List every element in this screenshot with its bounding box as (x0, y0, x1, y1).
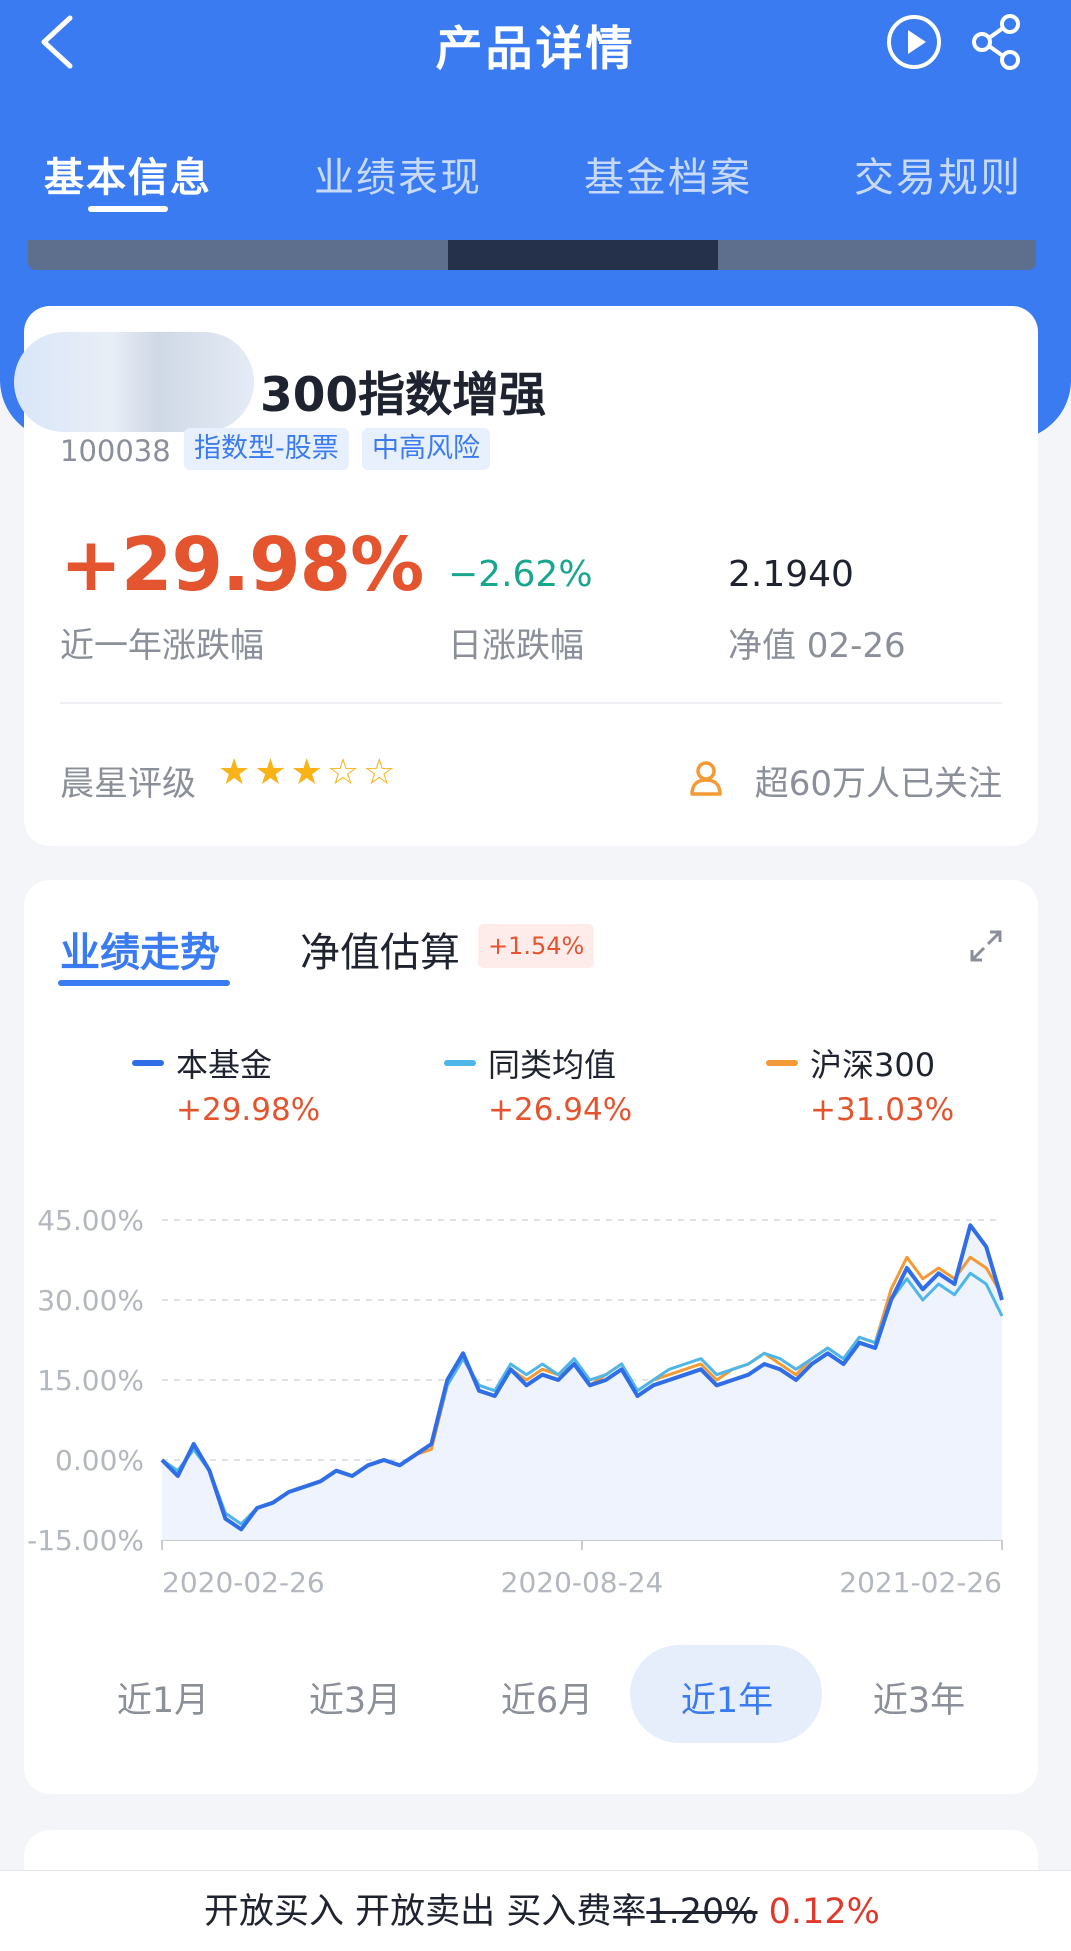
rating-label: 晨星评级 (60, 764, 196, 804)
year-change-value: +29.98% (60, 522, 424, 608)
year-change-label: 近一年涨跌幅 (60, 626, 264, 666)
star-empty-icon: ☆ (363, 752, 400, 793)
y-tick-label: 15.00% (37, 1364, 144, 1397)
legend-swatch-csi300 (766, 1060, 798, 1066)
buy-open-label: 开放买入 (204, 1892, 345, 1932)
video-thumbnail (448, 240, 718, 270)
fund-type-tag: 指数型-股票 (184, 428, 349, 470)
y-tick-label: -15.00% (27, 1524, 144, 1557)
x-tick-label: 2021-02-26 (839, 1566, 1002, 1599)
y-tick-label: 30.00% (37, 1284, 144, 1317)
tab-trading-rules[interactable]: 交易规则 (854, 145, 1022, 203)
active-chart-tab-indicator (58, 980, 230, 986)
tab-performance[interactable]: 业绩表现 (314, 145, 482, 203)
fund-name: 300指数增强 (260, 368, 547, 423)
y-tick-label: 45.00% (37, 1204, 144, 1237)
top-nav-bar: 产品详情 (0, 0, 1071, 90)
tab-nav-estimate[interactable]: 净值估算 (300, 920, 460, 978)
star-filled-icon: ★ (254, 752, 291, 793)
performance-line-chart[interactable]: 45.00% 30.00% 15.00% 0.00% -15.00% 2020-02-26… (24, 1150, 1038, 1600)
fund-code: 100038 (60, 434, 171, 468)
legend-value-csi300: +31.03% (810, 1092, 955, 1128)
period-3y[interactable]: 近3年 (824, 1672, 1014, 1723)
video-preview[interactable] (28, 240, 1036, 270)
y-tick-label: 0.00% (55, 1444, 144, 1477)
legend-label-category-avg: 同类均值 (488, 1046, 617, 1084)
star-empty-icon: ☆ (326, 752, 364, 793)
legend-label-csi300: 沪深300 (810, 1046, 936, 1084)
day-change-value: −2.62% (448, 554, 593, 595)
fee-current: 0.12% (768, 1892, 880, 1932)
nav-value: 2.1940 (728, 554, 854, 595)
day-change-label: 日涨跌幅 (448, 626, 584, 666)
play-icon (887, 15, 941, 69)
tab-fund-profile[interactable]: 基金档案 (584, 145, 752, 203)
x-tick-label: 2020-02-26 (162, 1566, 325, 1599)
rating-stars: ★★★☆☆ (218, 752, 399, 793)
play-video-button[interactable] (884, 12, 944, 72)
estimate-badge: +1.54% (478, 924, 595, 968)
tab-performance-trend[interactable]: 业绩走势 (60, 920, 220, 978)
trade-status-text: 开放买入 开放卖出 买入费率1.20% 0.12% (204, 1883, 880, 1934)
user-icon (690, 761, 722, 796)
fee-label: 买入费率 (506, 1892, 647, 1932)
legend-swatch-fund (132, 1060, 164, 1066)
fund-info-card: 300指数增强 100038 指数型-股票 中高风险 +29.98% 近一年涨跌… (14, 306, 1038, 846)
period-1m[interactable]: 近1月 (68, 1672, 258, 1723)
expand-icon[interactable] (968, 928, 1004, 964)
share-icon (972, 14, 1020, 70)
legend-value-category-avg: +26.94% (488, 1092, 633, 1128)
active-tab-indicator (88, 206, 168, 212)
risk-level-tag: 中高风险 (362, 428, 490, 470)
sell-open-label: 开放卖出 (355, 1892, 496, 1932)
bottom-trade-bar: 开放买入 开放卖出 买入费率1.20% 0.12% (0, 1870, 1071, 1951)
legend-label-fund: 本基金 (176, 1046, 273, 1084)
divider (60, 702, 1002, 704)
x-tick-label: 2020-08-24 (501, 1566, 664, 1599)
star-filled-icon: ★ (290, 752, 327, 793)
share-button[interactable] (966, 10, 1026, 74)
period-1y[interactable]: 近1年 (632, 1672, 822, 1723)
legend-swatch-category-avg (444, 1060, 476, 1066)
follower-count[interactable]: 超60万人已关注 (755, 756, 1002, 805)
blurred-fund-name (14, 332, 254, 432)
nav-label: 净值 02-26 (728, 626, 906, 666)
section-tabs: 基本信息 业绩表现 基金档案 交易规则 (0, 140, 1071, 220)
legend-value-fund: +29.98% (176, 1092, 321, 1128)
period-3m[interactable]: 近3月 (260, 1672, 450, 1723)
period-6m[interactable]: 近6月 (452, 1672, 642, 1723)
fee-original: 1.20% (646, 1892, 758, 1932)
performance-chart-card: 业绩走势 净值估算 +1.54% 本基金 +29.98% 同类均值 +26.94… (24, 880, 1038, 1794)
tab-basic-info[interactable]: 基本信息 (44, 145, 212, 203)
star-filled-icon: ★ (218, 752, 255, 793)
